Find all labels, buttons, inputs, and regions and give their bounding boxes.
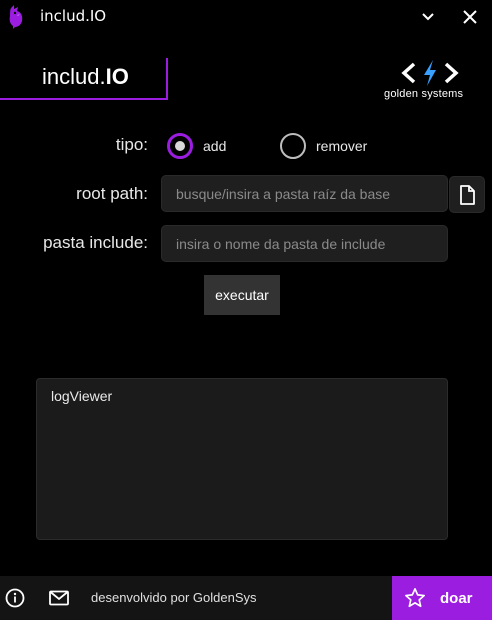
app-brand: includ.IO — [42, 64, 129, 90]
chevron-down-icon — [422, 13, 434, 21]
radio-add-label[interactable]: add — [203, 138, 226, 154]
bird-icon — [9, 5, 23, 29]
info-button[interactable] — [4, 587, 26, 609]
browse-folder-button[interactable] — [449, 176, 485, 213]
root-path-input[interactable] — [161, 175, 448, 212]
star-icon — [405, 588, 425, 608]
brand-name-plain: includ. — [42, 64, 106, 89]
file-icon — [460, 184, 475, 205]
radio-add[interactable] — [167, 133, 193, 159]
mail-button[interactable] — [48, 587, 70, 609]
company-name: golden systems — [384, 88, 464, 100]
radio-remove-label[interactable]: remover — [316, 138, 367, 154]
close-button[interactable] — [456, 3, 484, 31]
include-folder-input[interactable] — [161, 225, 448, 262]
close-icon — [463, 10, 477, 24]
root-path-label: root path: — [76, 184, 148, 203]
include-folder-label: pasta include: — [43, 233, 148, 252]
info-icon — [5, 588, 25, 608]
radio-remove[interactable] — [280, 133, 306, 159]
execute-button[interactable]: executar — [204, 275, 280, 315]
tipo-label: tipo: — [115, 135, 148, 154]
title-bar: includ.IO — [0, 0, 492, 34]
collapse-button[interactable] — [414, 3, 442, 31]
mail-icon — [49, 590, 69, 606]
code-bolt-icon — [401, 60, 459, 86]
brand-name-bold: IO — [105, 64, 129, 89]
donate-button[interactable]: doar — [392, 576, 492, 620]
credit-text: desenvolvido por GoldenSys — [91, 590, 257, 605]
window-title: includ.IO — [40, 7, 107, 25]
log-viewer-text: logViewer — [51, 388, 113, 404]
log-viewer[interactable]: logViewer — [36, 378, 448, 540]
donate-label[interactable]: doar — [440, 590, 473, 607]
